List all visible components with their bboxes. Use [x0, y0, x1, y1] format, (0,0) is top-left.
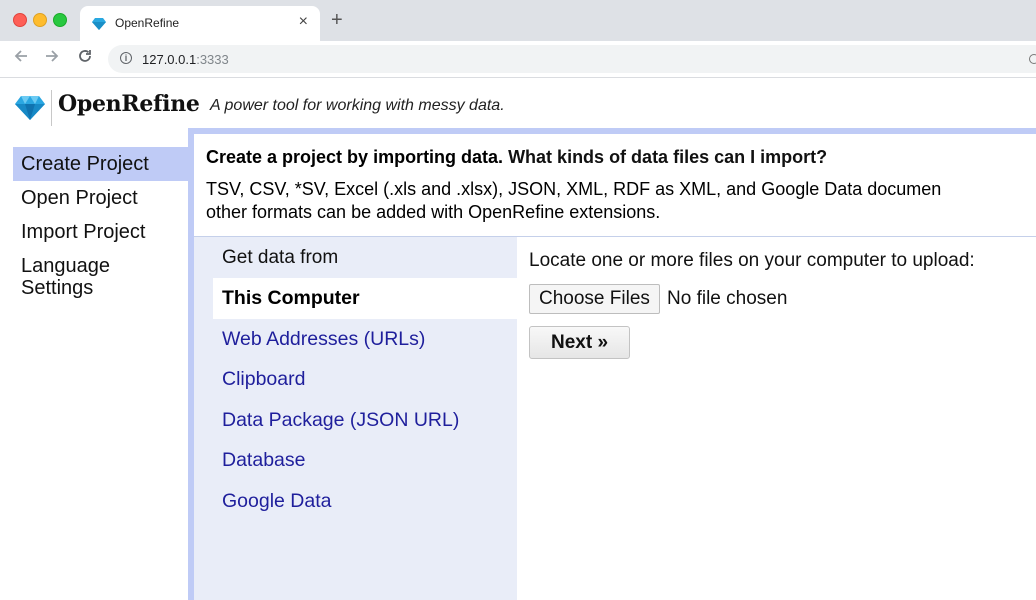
browser-tab-bar: OpenRefine × + — [0, 0, 1036, 41]
data-source-list: This Computer Web Addresses (URLs) Clipb… — [213, 278, 517, 521]
tab-close-icon[interactable]: × — [299, 13, 308, 31]
browser-tab[interactable]: OpenRefine × — [80, 6, 320, 41]
minimize-window-button[interactable] — [33, 13, 47, 27]
maximize-window-button[interactable] — [53, 13, 67, 27]
app-tagline: A power tool for working with messy data… — [210, 97, 505, 114]
forward-arrow-icon[interactable] — [44, 48, 60, 69]
new-tab-button[interactable]: + — [331, 9, 343, 31]
back-arrow-icon[interactable] — [13, 48, 29, 69]
openrefine-diamond-icon — [15, 96, 45, 125]
url-text[interactable]: 127.0.0.1:3333 — [142, 52, 229, 67]
logo-divider — [51, 90, 52, 126]
close-window-button[interactable] — [13, 13, 27, 27]
address-bar[interactable]: i 127.0.0.1:3333 — [108, 45, 1036, 73]
supported-formats-link[interactable]: What kinds of data files can I import? — [508, 147, 827, 167]
tab-title: OpenRefine — [115, 16, 180, 30]
source-database[interactable]: Database — [213, 440, 517, 481]
page-heading: Create a project by importing data. What… — [206, 147, 828, 167]
lens-icon[interactable] — [1029, 54, 1036, 64]
app-logo-text[interactable]: OpenRefine — [58, 91, 200, 117]
source-clipboard[interactable]: Clipboard — [213, 359, 517, 400]
next-button[interactable]: Next » — [529, 326, 630, 359]
sources-title: Get data from — [222, 247, 339, 268]
openrefine-favicon-icon — [92, 17, 106, 35]
source-this-computer[interactable]: This Computer — [213, 278, 517, 319]
reload-icon[interactable] — [77, 48, 93, 69]
nav-create-project[interactable]: Create Project — [13, 147, 188, 181]
nav-open-project[interactable]: Open Project — [13, 181, 188, 215]
file-status: No file chosen — [667, 288, 788, 309]
source-web-addresses[interactable]: Web Addresses (URLs) — [213, 319, 517, 360]
create-project-panel: Create a project by importing data. What… — [194, 134, 1036, 600]
formats-description: TSV, CSV, *SV, Excel (.xls and .xlsx), J… — [206, 179, 942, 222]
site-info-icon[interactable]: i — [120, 52, 132, 64]
data-source-sidebar: Get data from This Computer Web Addresse… — [194, 237, 517, 600]
browser-toolbar: i 127.0.0.1:3333 — [0, 41, 1036, 78]
source-data-package[interactable]: Data Package (JSON URL) — [213, 400, 517, 441]
nav-language-settings[interactable]: Language Settings — [13, 249, 149, 305]
nav-import-project[interactable]: Import Project — [13, 215, 188, 249]
source-google-data[interactable]: Google Data — [213, 481, 517, 522]
upload-area: Locate one or more files on your compute… — [529, 237, 1036, 600]
choose-files-button[interactable]: Choose Files — [529, 284, 660, 314]
upload-prompt: Locate one or more files on your compute… — [529, 250, 975, 271]
left-navigation: Create Project Open Project Import Proje… — [13, 147, 188, 305]
